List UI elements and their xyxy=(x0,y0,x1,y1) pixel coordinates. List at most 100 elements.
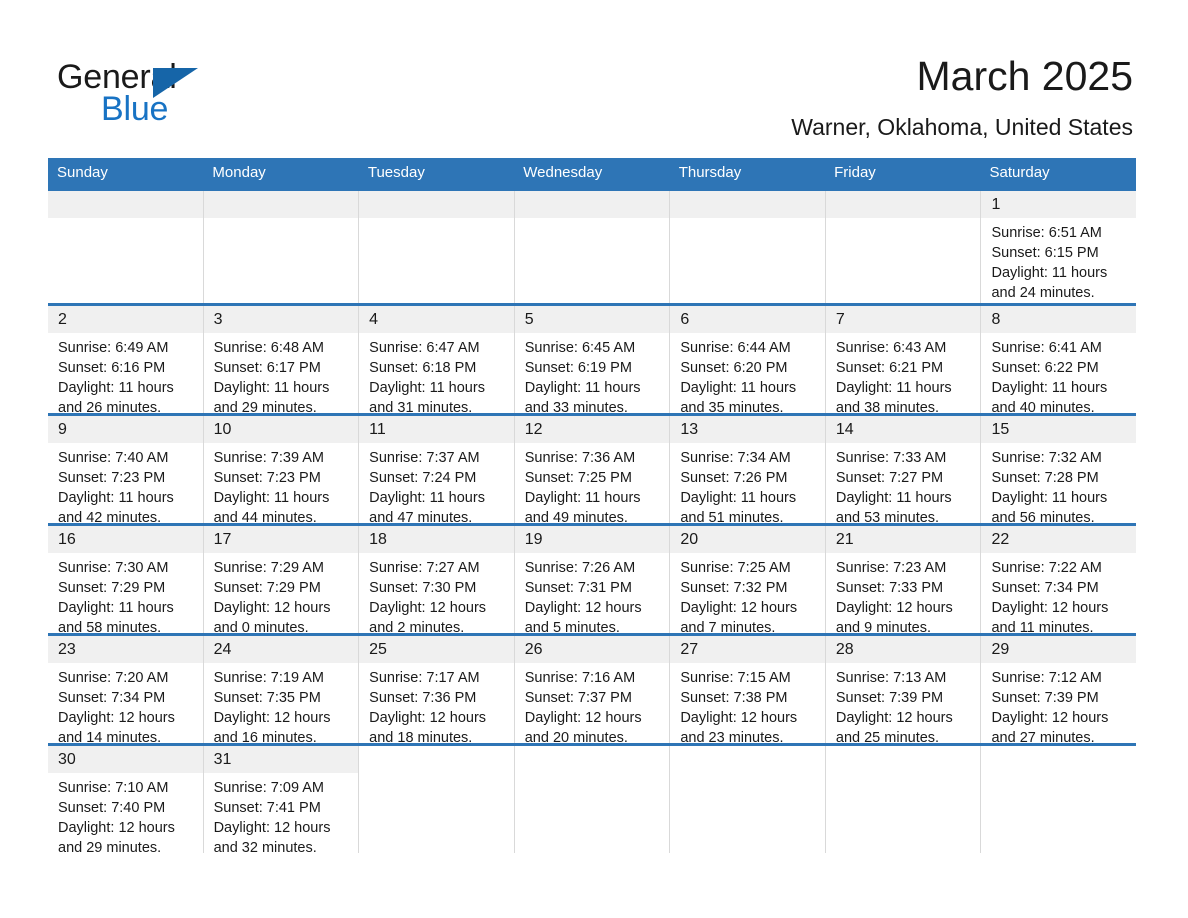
sunset-text: Sunset: 6:21 PM xyxy=(835,360,944,376)
sunrise-text: Sunrise: 7:25 AM xyxy=(680,560,791,576)
calendar-empty-cell xyxy=(48,191,204,303)
calendar-day-cell[interactable]: 12 Sunrise: 7:36 AM Sunset: 7:25 PM Dayligh… xyxy=(514,416,671,523)
calendar-week-row: 23 Sunrise: 7:20 AM Sunset: 7:34 PM Dayligh… xyxy=(48,633,1137,743)
weekday-header-sunday: Sunday xyxy=(57,164,108,181)
calendar-page: General Blue March 2025 Warner, Oklahoma… xyxy=(0,0,1188,918)
calendar-day-cell[interactable]: 26 Sunrise: 7:16 AM Sunset: 7:37 PM Dayligh… xyxy=(514,636,671,743)
logo-text-blue: Blue xyxy=(101,90,169,128)
calendar-day-cell[interactable]: 6 Sunrise: 6:44 AM Sunset: 6:20 PM Daylight… xyxy=(670,306,826,413)
sunrise-text: Sunrise: 7:33 AM xyxy=(835,450,947,466)
calendar-day-cell[interactable]: 7 Sunrise: 6:43 AM Sunset: 6:21 PM Daylight… xyxy=(825,306,982,413)
sunset-text: Sunset: 7:41 PM xyxy=(213,800,321,816)
daylight-line1-text: Daylight: 12 hours xyxy=(524,600,642,616)
day-details: Sunrise: 7:23 AM Sunset: 7:33 PM Daylight:… xyxy=(826,553,981,633)
day-number: 23 xyxy=(48,636,203,663)
daylight-line1-text: Daylight: 12 hours xyxy=(680,600,798,616)
day-details: Sunrise: 6:41 AM Sunset: 6:22 PM Daylight:… xyxy=(981,333,1136,413)
day-number xyxy=(359,191,514,218)
day-number xyxy=(48,191,203,218)
calendar-day-cell[interactable]: 10 Sunrise: 7:39 AM Sunset: 7:23 PM Dayligh… xyxy=(203,416,360,523)
day-details: Sunrise: 6:43 AM Sunset: 6:21 PM Daylight:… xyxy=(826,333,981,413)
calendar-day-cell[interactable]: 22 Sunrise: 7:22 AM Sunset: 7:34 PM Dayligh… xyxy=(981,526,1137,633)
calendar-day-cell[interactable]: 14 Sunrise: 7:33 AM Sunset: 7:27 PM Dayligh… xyxy=(825,416,982,523)
calendar-day-cell[interactable]: 5 Sunrise: 6:45 AM Sunset: 6:19 PM Daylight… xyxy=(514,306,671,413)
calendar-day-cell[interactable]: 25 Sunrise: 7:17 AM Sunset: 7:36 PM Dayligh… xyxy=(359,636,515,743)
calendar-day-cell[interactable]: 13 Sunrise: 7:34 AM Sunset: 7:26 PM Dayligh… xyxy=(670,416,826,523)
sunset-text: Sunset: 7:32 PM xyxy=(680,580,788,596)
calendar-day-cell[interactable]: 4 Sunrise: 6:47 AM Sunset: 6:18 PM Daylight… xyxy=(359,306,515,413)
day-number xyxy=(825,191,981,218)
calendar-day-cell[interactable]: 19 Sunrise: 7:26 AM Sunset: 7:31 PM Dayligh… xyxy=(514,526,671,633)
day-number: 19 xyxy=(514,526,670,553)
calendar-day-cell[interactable]: 3 Sunrise: 6:48 AM Sunset: 6:17 PM Daylight… xyxy=(203,306,360,413)
sunset-text: Sunset: 7:39 PM xyxy=(835,690,944,706)
daylight-line2-text: and 42 minutes. xyxy=(58,510,162,523)
sunrise-text: Sunrise: 7:30 AM xyxy=(58,560,169,576)
sunrise-text: Sunrise: 7:13 AM xyxy=(835,670,947,686)
sunrise-text: Sunrise: 7:23 AM xyxy=(835,560,947,576)
calendar-day-cell[interactable]: 31 Sunrise: 7:09 AM Sunset: 7:41 PM Dayligh… xyxy=(203,746,360,853)
day-number: 25 xyxy=(359,636,514,663)
day-details: Sunrise: 7:34 AM Sunset: 7:26 PM Daylight:… xyxy=(670,443,825,523)
day-number: 13 xyxy=(670,416,825,443)
calendar-day-cell[interactable]: 15 Sunrise: 7:32 AM Sunset: 7:28 PM Dayligh… xyxy=(981,416,1137,523)
calendar-week-row: 2 Sunrise: 6:49 AM Sunset: 6:16 PM Daylight… xyxy=(48,303,1137,413)
calendar-week-row: 30 Sunrise: 7:10 AM Sunset: 7:40 PM Dayligh… xyxy=(48,743,1137,853)
daylight-line2-text: and 56 minutes. xyxy=(991,510,1095,523)
daylight-line1-text: Daylight: 12 hours xyxy=(58,710,175,726)
calendar-day-cell[interactable]: 20 Sunrise: 7:25 AM Sunset: 7:32 PM Dayligh… xyxy=(670,526,826,633)
daylight-line2-text: and 9 minutes. xyxy=(835,620,932,633)
calendar-day-cell[interactable]: 27 Sunrise: 7:15 AM Sunset: 7:38 PM Dayligh… xyxy=(670,636,826,743)
day-number: 20 xyxy=(670,526,825,553)
day-details: Sunrise: 7:27 AM Sunset: 7:30 PM Daylight:… xyxy=(359,553,514,633)
day-number: 27 xyxy=(670,636,825,663)
sunset-text: Sunset: 7:33 PM xyxy=(835,580,944,596)
sunrise-text: Sunrise: 7:26 AM xyxy=(524,560,636,576)
sunrise-text: Sunrise: 6:51 AM xyxy=(991,225,1102,241)
calendar-day-cell[interactable]: 11 Sunrise: 7:37 AM Sunset: 7:24 PM Dayligh… xyxy=(359,416,515,523)
day-details: Sunrise: 7:30 AM Sunset: 7:29 PM Daylight:… xyxy=(48,553,203,633)
calendar-day-cell[interactable]: 30 Sunrise: 7:10 AM Sunset: 7:40 PM Dayligh… xyxy=(48,746,204,853)
weekday-header-thursday: Thursday xyxy=(678,164,742,181)
sunset-text: Sunset: 7:26 PM xyxy=(680,470,788,486)
day-details: Sunrise: 7:19 AM Sunset: 7:35 PM Daylight:… xyxy=(204,663,359,743)
daylight-line1-text: Daylight: 11 hours xyxy=(524,490,641,506)
sunset-text: Sunset: 6:15 PM xyxy=(991,245,1099,261)
general-blue-logo[interactable]: General Blue xyxy=(57,58,317,130)
calendar-day-cell[interactable]: 24 Sunrise: 7:19 AM Sunset: 7:35 PM Dayligh… xyxy=(203,636,360,743)
day-details: Sunrise: 7:15 AM Sunset: 7:38 PM Daylight:… xyxy=(670,663,825,743)
weekday-header-tuesday: Tuesday xyxy=(367,164,425,181)
calendar-empty-cell xyxy=(825,191,982,303)
daylight-line1-text: Daylight: 12 hours xyxy=(835,710,953,726)
daylight-line2-text: and 5 minutes. xyxy=(524,620,620,633)
day-number: 5 xyxy=(514,306,670,333)
day-number: 24 xyxy=(203,636,359,663)
daylight-line1-text: Daylight: 12 hours xyxy=(369,600,487,616)
calendar-day-cell[interactable]: 28 Sunrise: 7:13 AM Sunset: 7:39 PM Dayligh… xyxy=(825,636,982,743)
calendar-day-cell[interactable]: 18 Sunrise: 7:27 AM Sunset: 7:30 PM Dayligh… xyxy=(359,526,515,633)
calendar-day-cell[interactable]: 17 Sunrise: 7:29 AM Sunset: 7:29 PM Dayligh… xyxy=(203,526,360,633)
day-details: Sunrise: 6:51 AM Sunset: 6:15 PM Daylight:… xyxy=(981,218,1136,303)
daylight-line1-text: Daylight: 12 hours xyxy=(369,710,487,726)
sunset-text: Sunset: 7:38 PM xyxy=(680,690,788,706)
day-number xyxy=(514,746,670,773)
daylight-line1-text: Daylight: 12 hours xyxy=(991,600,1109,616)
day-details: Sunrise: 7:33 AM Sunset: 7:27 PM Daylight:… xyxy=(826,443,981,523)
day-details: Sunrise: 7:16 AM Sunset: 7:37 PM Daylight:… xyxy=(515,663,670,743)
calendar-table: Sunday Monday Tuesday Wednesday Thursday Frid… xyxy=(48,158,1137,853)
calendar-day-cell[interactable]: 1 Sunrise: 6:51 AM Sunset: 6:15 PM Daylight… xyxy=(981,191,1137,303)
day-details: Sunrise: 7:09 AM Sunset: 7:41 PM Daylight:… xyxy=(204,773,359,853)
calendar-day-cell[interactable]: 29 Sunrise: 7:12 AM Sunset: 7:39 PM Dayligh… xyxy=(981,636,1137,743)
sunrise-text: Sunrise: 7:15 AM xyxy=(680,670,791,686)
calendar-day-cell[interactable]: 23 Sunrise: 7:20 AM Sunset: 7:34 PM Dayligh… xyxy=(48,636,204,743)
sunrise-text: Sunrise: 7:12 AM xyxy=(991,670,1102,686)
calendar-empty-cell xyxy=(359,746,515,853)
calendar-day-cell[interactable]: 16 Sunrise: 7:30 AM Sunset: 7:29 PM Dayligh… xyxy=(48,526,204,633)
calendar-day-cell[interactable]: 21 Sunrise: 7:23 AM Sunset: 7:33 PM Dayligh… xyxy=(825,526,982,633)
sunrise-text: Sunrise: 7:16 AM xyxy=(524,670,636,686)
calendar-empty-cell xyxy=(981,746,1137,853)
daylight-line1-text: Daylight: 11 hours xyxy=(680,490,797,506)
calendar-day-cell[interactable]: 8 Sunrise: 6:41 AM Sunset: 6:22 PM Daylight… xyxy=(981,306,1137,413)
calendar-day-cell[interactable]: 2 Sunrise: 6:49 AM Sunset: 6:16 PM Daylight… xyxy=(48,306,204,413)
calendar-day-cell[interactable]: 9 Sunrise: 7:40 AM Sunset: 7:23 PM Daylight… xyxy=(48,416,204,523)
